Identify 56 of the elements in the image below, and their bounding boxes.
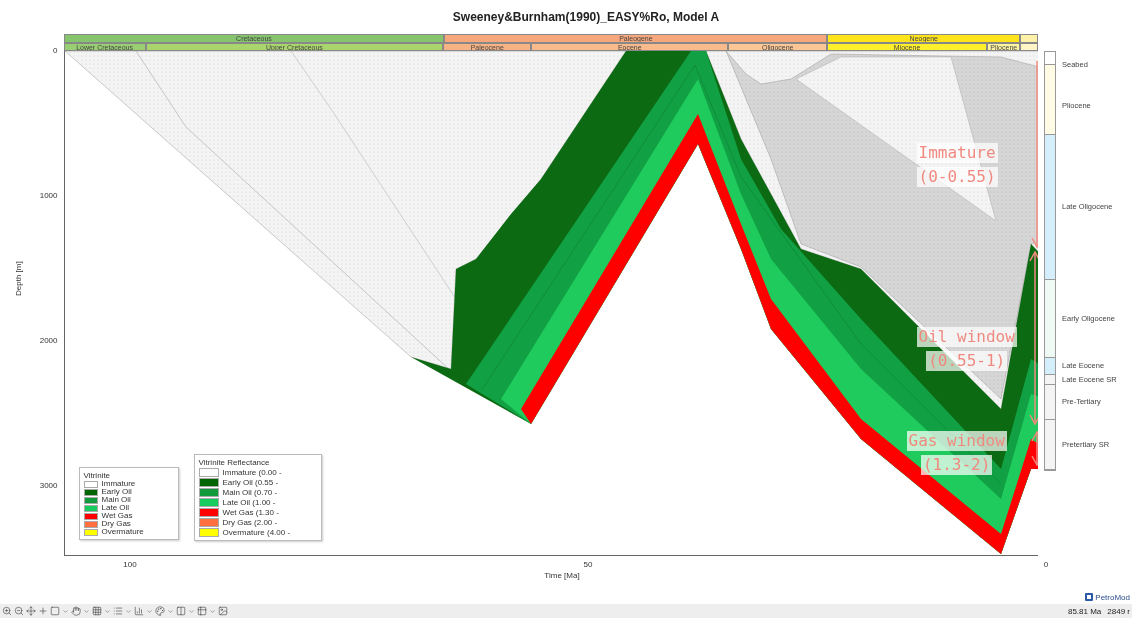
hand-icon[interactable] xyxy=(71,606,81,617)
caret-icon[interactable] xyxy=(167,607,174,615)
move-icon[interactable] xyxy=(26,606,36,617)
tick-label: 0 xyxy=(1043,560,1049,570)
legend-label: Overmature xyxy=(101,528,144,537)
caret-icon[interactable] xyxy=(62,607,69,615)
caret-icon[interactable] xyxy=(146,607,153,615)
annotation-title: Oil window xyxy=(916,327,1017,348)
axis-title: Depth [m] xyxy=(14,261,23,297)
tick-label: 3000 xyxy=(39,481,58,491)
list-icon[interactable] xyxy=(113,606,123,617)
annotation-range: (1.3-2) xyxy=(920,455,993,476)
legend-label: Late Oil xyxy=(101,504,130,513)
columns-icon[interactable] xyxy=(176,606,186,617)
status-depth: 2849 r xyxy=(1107,606,1130,616)
annotation-range: (0.55-1) xyxy=(926,351,1008,372)
caret-icon[interactable] xyxy=(209,607,216,615)
table-icon[interactable] xyxy=(197,606,207,617)
legend-label: Overmature (4.00 - xyxy=(222,528,291,537)
zoom-out-icon[interactable] xyxy=(14,606,24,617)
legend-title: Vitrinite xyxy=(83,471,112,481)
legend-label: Late Oil (1.00 - xyxy=(222,498,276,507)
chart-title: Sweeney&Burnham(1990)_EASY%Ro, Model A xyxy=(451,10,720,25)
legend-label: Main Oil xyxy=(101,496,131,505)
tick-label: 50 xyxy=(583,560,593,570)
tick-label: 0 xyxy=(53,46,58,56)
annotation-range: (0-0.55) xyxy=(916,167,998,188)
legend-label: Immature (0.00 - xyxy=(222,468,282,477)
legend-label: Wet Gas (1.30 - xyxy=(222,508,279,517)
grid-icon[interactable] xyxy=(92,606,102,617)
legend-label: Dry Gas (2.00 - xyxy=(222,518,278,527)
legend-label: Dry Gas xyxy=(101,520,131,529)
legend-title: Vitrinite Reflectance xyxy=(198,458,271,468)
legend-label: Early Oil (0.55 - xyxy=(222,478,279,487)
legend-label: Wet Gas xyxy=(101,512,133,521)
logo-icon xyxy=(1085,593,1094,602)
legend-label: Early Oil xyxy=(101,488,132,497)
zoom-in-icon[interactable] xyxy=(2,606,12,617)
axis-title: Time [Ma] xyxy=(544,571,580,581)
tick-label: 100 xyxy=(123,560,137,570)
palette-icon[interactable] xyxy=(155,606,165,617)
rectangle-icon[interactable] xyxy=(50,606,60,617)
bar-chart-icon[interactable] xyxy=(134,606,144,617)
tick-label: 1000 xyxy=(39,191,58,201)
caret-icon[interactable] xyxy=(125,607,132,615)
annotation-title: Gas window xyxy=(906,431,1007,452)
legend-label: Main Oil (0.70 - xyxy=(222,488,278,497)
caret-icon[interactable] xyxy=(188,607,195,615)
caret-icon[interactable] xyxy=(104,607,111,615)
image-icon[interactable] xyxy=(218,606,228,617)
legend-label: Immature xyxy=(101,480,136,489)
tick-label: 2000 xyxy=(39,336,58,346)
caret-icon[interactable] xyxy=(83,607,90,615)
logo-text: PetroMod xyxy=(1095,592,1130,602)
annotation-title: Immature xyxy=(916,143,998,164)
status-time: 85.81 Ma xyxy=(1067,606,1102,616)
